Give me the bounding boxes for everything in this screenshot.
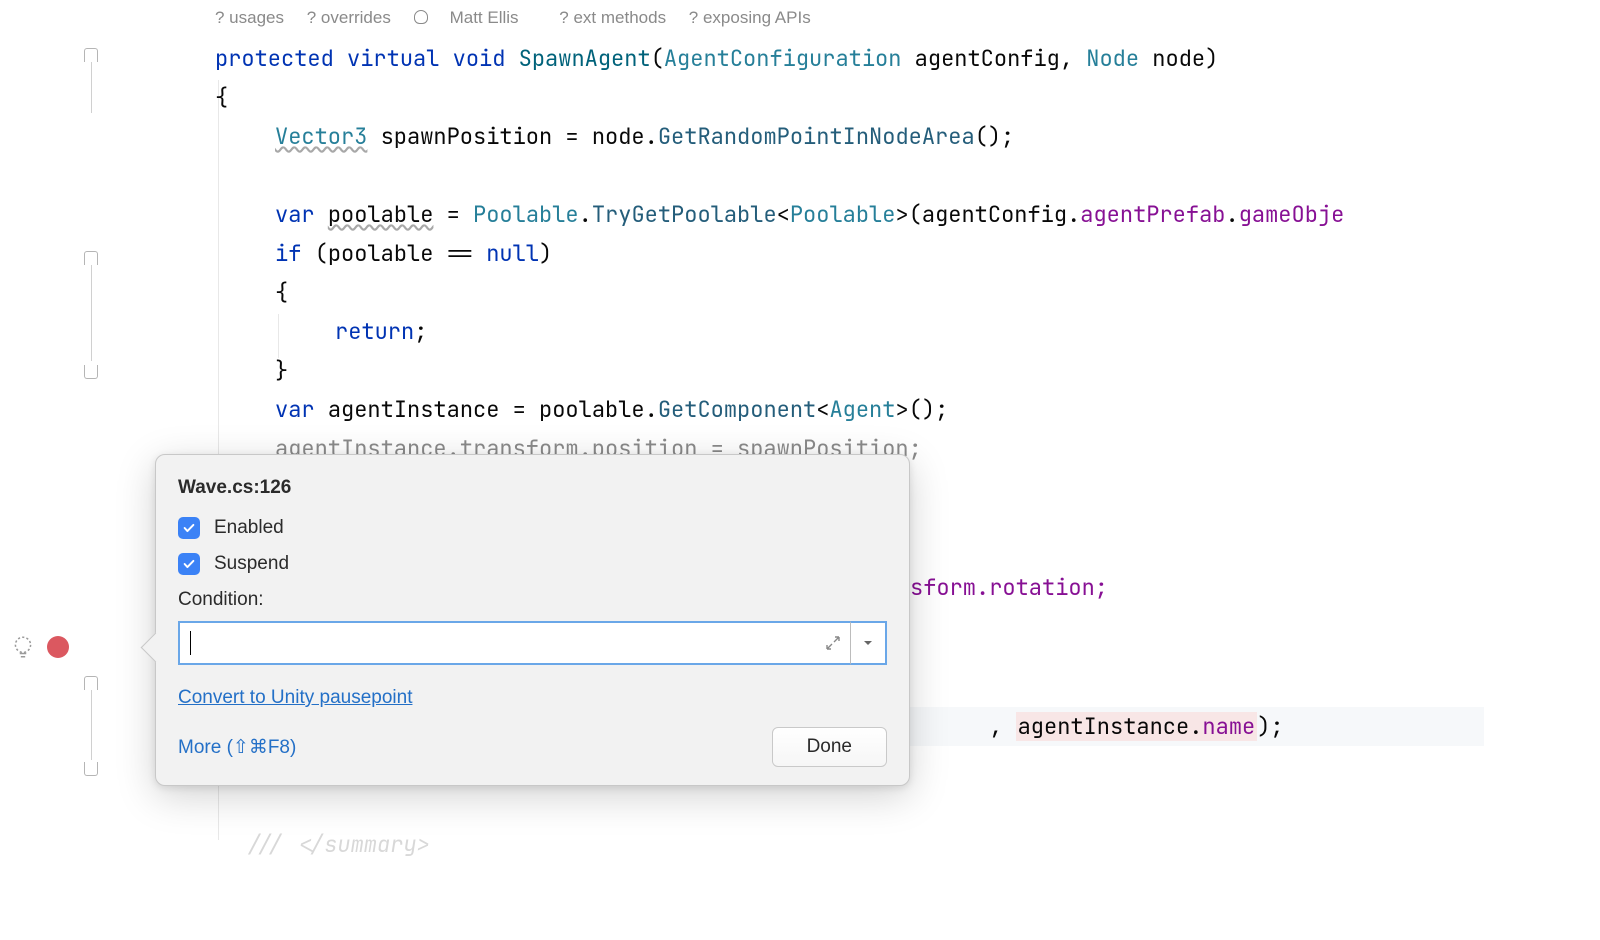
fold-marker-icon[interactable] [84, 762, 98, 776]
fold-marker-icon[interactable] [84, 48, 98, 62]
editor-area: ? usages ? overrides Matt Ellis ? ext me… [0, 0, 1600, 940]
condition-label: Condition: [178, 589, 887, 611]
chevron-down-icon [862, 637, 874, 649]
code-line: var agentInstance = poolable.GetComponen… [275, 390, 948, 429]
fold-marker-icon[interactable] [84, 251, 98, 265]
fold-bar [91, 265, 92, 361]
breakpoint-icon[interactable] [47, 636, 69, 658]
convert-pausepoint-link[interactable]: Convert to Unity pausepoint [178, 687, 412, 709]
code-line: { [215, 78, 228, 117]
text-caret [190, 631, 191, 655]
suspend-label: Suspend [214, 553, 289, 575]
check-icon [182, 521, 196, 535]
code-line: if (poolable == null) [275, 234, 552, 273]
condition-history-dropdown[interactable] [851, 621, 887, 665]
condition-input-wrap [178, 621, 851, 665]
check-icon [182, 557, 196, 571]
intention-bulb-icon[interactable] [10, 634, 36, 660]
code-line: { [275, 273, 288, 312]
suspend-checkbox-row[interactable]: Suspend [178, 553, 887, 575]
popup-title: Wave.cs:126 [178, 477, 887, 499]
condition-row [178, 621, 887, 665]
enabled-checkbox-row[interactable]: Enabled [178, 517, 887, 539]
gutter [0, 0, 165, 940]
enabled-label: Enabled [214, 517, 284, 539]
code-lens-hints: ? usages ? overrides Matt Ellis ? ext me… [215, 8, 829, 28]
fold-marker-icon[interactable] [84, 676, 98, 690]
code-line: /// </summary> [245, 825, 430, 864]
popup-footer: More (⇧⌘F8) Done [178, 727, 887, 767]
enabled-checkbox[interactable] [178, 517, 200, 539]
hint-ext-methods[interactable]: ? ext methods [559, 8, 666, 27]
more-link[interactable]: More (⇧⌘F8) [178, 736, 296, 759]
code-line-current: , agentInstance.name); [910, 629, 1284, 785]
person-icon [414, 8, 432, 27]
expand-icon[interactable] [825, 635, 841, 651]
hint-author[interactable]: Matt Ellis [414, 8, 537, 27]
suspend-checkbox[interactable] [178, 553, 200, 575]
code-line: protected virtual void SpawnAgent(AgentC… [215, 39, 1218, 78]
fold-bar [91, 59, 92, 113]
done-button[interactable]: Done [772, 727, 887, 767]
fold-marker-icon[interactable] [84, 365, 98, 379]
code-line: var poolable = Poolable.TryGetPoolable<P… [275, 195, 1344, 234]
code-line: Vector3 spawnPosition = node.GetRandomPo… [275, 117, 1014, 156]
hint-overrides[interactable]: ? overrides [307, 8, 391, 27]
hint-exposing-apis[interactable]: ? exposing APIs [689, 8, 811, 27]
code-line: return; [335, 312, 427, 351]
code-line: sform.rotation; [910, 568, 1108, 607]
condition-input[interactable] [178, 621, 851, 665]
code-line: } [275, 351, 288, 390]
fold-bar [91, 690, 92, 760]
breakpoint-popup: Wave.cs:126 Enabled Suspend Condition: [155, 454, 910, 786]
hint-usages[interactable]: ? usages [215, 8, 284, 27]
